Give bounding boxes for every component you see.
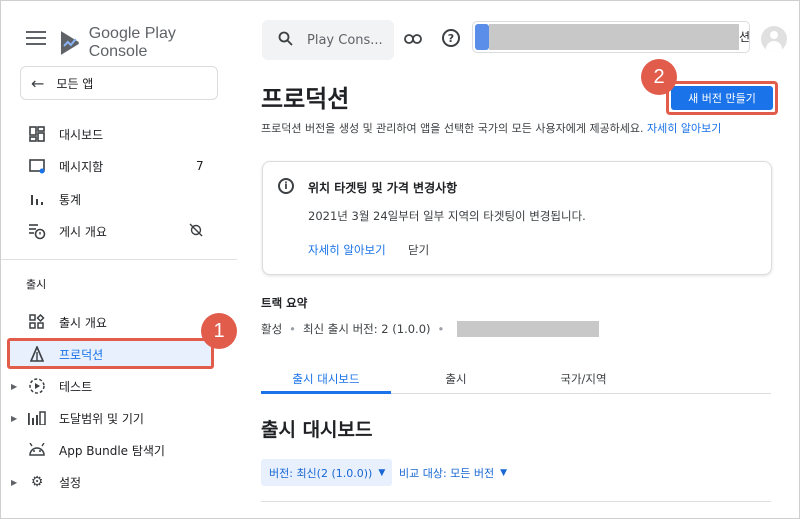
page-title: 프로덕션 [261, 85, 350, 113]
sidebar-item-label: 테스트 [59, 379, 93, 394]
sidebar-item-label: 게시 개요 [59, 224, 107, 239]
sidebar-item-label: 대시보드 [59, 127, 104, 142]
release-section-label: 출시 [26, 278, 47, 291]
account-color-tag [475, 24, 489, 50]
page-subtitle: 프로덕션 버전을 생성 및 관리하여 앱을 선택한 국가의 모든 사용자에게 제… [261, 120, 721, 136]
annotation-badge-1: 1 [201, 313, 237, 349]
expand-triangle-icon[interactable]: ▶ [11, 414, 17, 423]
testing-icon [28, 377, 46, 395]
notice-body: 2021년 3월 24일부터 일부 지역의 타겟팅이 변경됩니다. [308, 209, 586, 223]
sync-off-icon [189, 223, 203, 240]
sidebar-item-label: App Bundle 탐색기 [59, 443, 165, 458]
notice-title: 위치 타겟팅 및 가격 변경사항 [308, 181, 458, 195]
production-icon [28, 345, 46, 363]
sidebar-item-app-bundle-explorer[interactable]: App Bundle 탐색기 [1, 436, 237, 464]
account-selector[interactable]: 션 [472, 21, 750, 53]
compare-filter-label: 비교 대상: 모든 버전 [399, 466, 495, 480]
compare-filter-dropdown[interactable]: 비교 대상: 모든 버전 ▼ [399, 459, 507, 486]
chevron-down-icon: ▼ [378, 467, 386, 478]
tab-releases[interactable]: 출시 [391, 371, 521, 387]
sidebar-divider [1, 259, 237, 260]
redacted-account-name [489, 24, 739, 50]
tab-bar: 출시 대시보드 출시 국가/지역 [261, 365, 771, 394]
avatar[interactable] [761, 26, 787, 52]
dashboard-icon [28, 125, 46, 143]
sidebar-item-label: 프로덕션 [59, 347, 104, 362]
avatar-head [770, 31, 778, 39]
version-filter-label: 버전: 최신(2 (1.0.0)) [269, 466, 373, 480]
redacted-info [457, 321, 600, 337]
sidebar-item-dashboard[interactable]: 대시보드 [1, 120, 237, 148]
all-apps-button[interactable]: ← 모든 앱 [20, 66, 218, 100]
notice-dismiss-button[interactable]: 닫기 [408, 242, 429, 258]
sidebar-item-label: 도달범위 및 기기 [59, 411, 144, 426]
separator-dot: • [437, 322, 445, 336]
link-icon[interactable] [403, 29, 423, 49]
avatar-body [766, 41, 782, 52]
inbox-icon [28, 157, 46, 175]
sidebar-item-label: 메시지함 [59, 159, 104, 174]
arrow-left-icon: ← [31, 73, 45, 93]
active-tab-indicator [261, 391, 391, 394]
notice-card: i 위치 타겟팅 및 가격 변경사항 2021년 3월 24일부터 일부 지역의… [262, 161, 772, 275]
logo[interactable]: Google Play Console [59, 25, 237, 61]
track-status: 활성 [261, 322, 283, 336]
sidebar-item-inbox[interactable]: 메시지함 7 [1, 152, 237, 180]
android-icon [28, 441, 46, 459]
gear-icon: ⚙ [30, 474, 44, 490]
publishing-overview-icon [28, 222, 46, 240]
sidebar-item-reach-devices[interactable]: ▶ 도달범위 및 기기 [1, 404, 237, 432]
latest-release: 최신 출시 버전: 2 (1.0.0) [302, 322, 431, 336]
release-overview-icon [28, 313, 46, 331]
separator-dot: • [289, 322, 296, 336]
create-new-release-button[interactable]: 새 버전 만들기 [671, 86, 773, 110]
subtitle-learn-more-link[interactable]: 자세히 알아보기 [647, 122, 721, 135]
sidebar-item-production[interactable]: 프로덕션 [1, 340, 237, 368]
sidebar-item-settings[interactable]: ▶ ⚙ 설정 [1, 468, 237, 496]
logo-text: Google Play Console [88, 25, 176, 60]
play-console-logo-icon [60, 31, 79, 55]
window: Google Play Console ← 모든 앱 대시보드 메시지함 7 통… [0, 0, 800, 519]
sidebar: Google Play Console ← 모든 앱 대시보드 메시지함 7 통… [1, 1, 237, 518]
subtitle-text: 프로덕션 버전을 생성 및 관리하여 앱을 선택한 국가의 모든 사용자에게 제… [261, 122, 644, 135]
dashboard-title: 출시 대시보드 [261, 419, 373, 441]
section-divider [261, 501, 771, 502]
track-summary-row: 활성 • 최신 출시 버전: 2 (1.0.0) • [261, 321, 600, 337]
chevron-down-icon: ▼ [500, 467, 508, 478]
search-icon [278, 31, 293, 50]
expand-triangle-icon[interactable]: ▶ [11, 382, 17, 391]
tab-countries-regions[interactable]: 국가/지역 [521, 371, 646, 387]
reach-devices-icon [28, 409, 46, 427]
tab-release-dashboard[interactable]: 출시 대시보드 [261, 371, 391, 387]
notice-learn-more-link[interactable]: 자세히 알아보기 [308, 242, 386, 258]
sidebar-item-label: 설정 [59, 475, 82, 490]
search-placeholder: Play Cons... [307, 32, 383, 48]
sidebar-item-statistics[interactable]: 통계 [1, 185, 237, 213]
help-icon[interactable]: ? [442, 29, 460, 47]
track-summary-title: 트랙 요약 [261, 296, 308, 310]
sidebar-item-label: 통계 [59, 192, 82, 207]
inbox-count: 7 [196, 159, 204, 173]
info-icon: i [278, 178, 294, 194]
expand-triangle-icon[interactable]: ▶ [11, 478, 17, 487]
search-input[interactable]: Play Cons... [262, 20, 394, 60]
bar-chart-icon [28, 190, 46, 208]
hamburger-menu-icon[interactable] [26, 31, 46, 49]
create-release-highlight: 새 버전 만들기 [666, 81, 778, 115]
sidebar-item-publishing-overview[interactable]: 게시 개요 [1, 217, 237, 245]
account-name-suffix: 션 [739, 30, 750, 44]
annotation-badge-2: 2 [641, 59, 677, 95]
sidebar-item-label: 출시 개요 [59, 315, 107, 330]
all-apps-label: 모든 앱 [56, 76, 94, 91]
version-filter-dropdown[interactable]: 버전: 최신(2 (1.0.0)) ▼ [261, 459, 392, 486]
sidebar-item-testing[interactable]: ▶ 테스트 [1, 372, 237, 400]
